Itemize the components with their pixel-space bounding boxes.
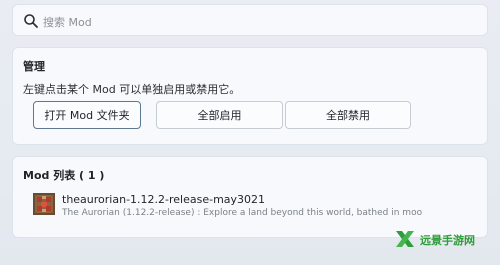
x-logo-icon bbox=[394, 228, 416, 250]
manage-panel: 管理 左键点击某个 Mod 可以单独启用或禁用它。 打开 Mod 文件夹 全部启… bbox=[12, 47, 488, 145]
search-icon bbox=[23, 13, 39, 29]
manage-title: 管理 bbox=[23, 60, 45, 73]
watermark-text: 远景手游网 bbox=[420, 234, 475, 247]
open-mod-folder-button[interactable]: 打开 Mod 文件夹 bbox=[33, 101, 141, 129]
mod-name: theaurorian-1.12.2-release-may3021 bbox=[62, 193, 266, 206]
disable-all-button[interactable]: 全部禁用 bbox=[285, 101, 411, 129]
mod-list-title: Mod 列表 ( 1 ) bbox=[23, 169, 105, 182]
enable-all-button[interactable]: 全部启用 bbox=[156, 101, 283, 129]
manage-description: 左键点击某个 Mod 可以单独启用或禁用它。 bbox=[23, 83, 241, 96]
mod-description: The Aurorian (1.12.2-release) : Explore … bbox=[62, 208, 423, 218]
watermark: 远景手游网 bbox=[392, 228, 500, 252]
redstone-block-icon bbox=[33, 193, 55, 215]
search-input[interactable]: 搜索 Mod bbox=[43, 14, 92, 30]
search-bar[interactable]: 搜索 Mod bbox=[12, 4, 488, 36]
mod-list-panel: Mod 列表 ( 1 ) theaurorian-1.12.2-release-… bbox=[12, 156, 488, 238]
